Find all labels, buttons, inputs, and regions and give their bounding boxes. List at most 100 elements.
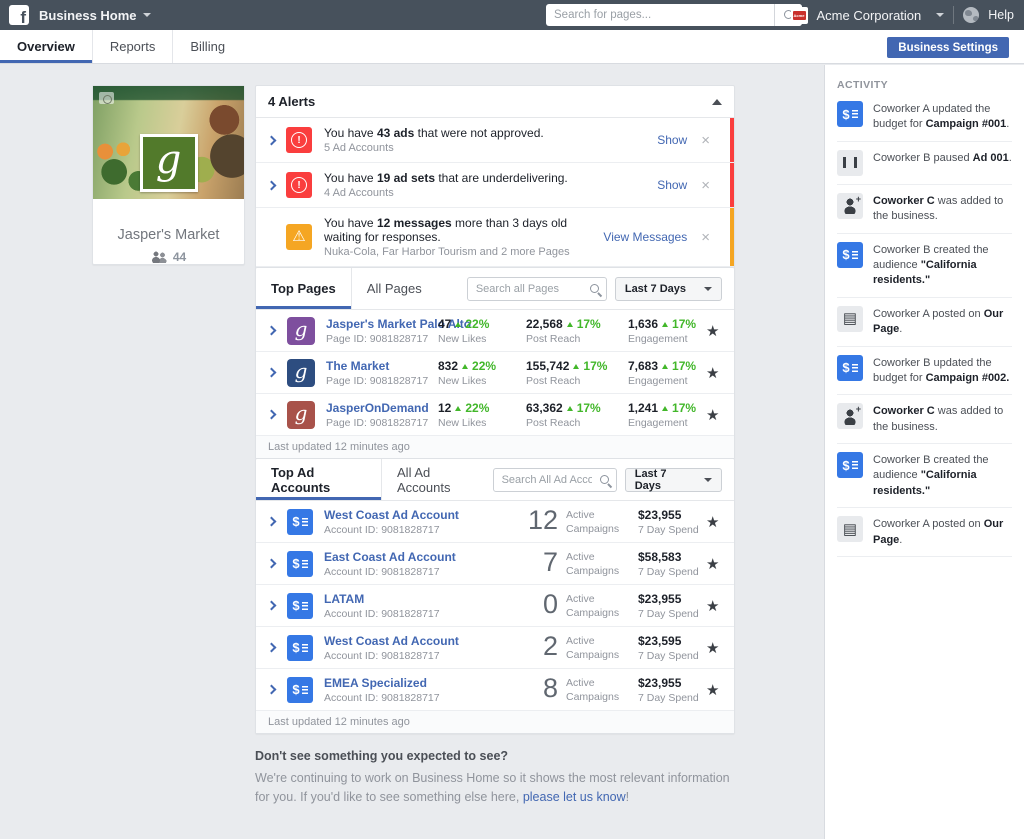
page-content: g Jasper's Market 44 4 Alerts You have 4… [0,65,1024,839]
tab-top-ad-accounts[interactable]: Top Ad Accounts [256,459,382,500]
page-icon: g [287,316,315,345]
activity-sidebar: ACTIVITY Coworker A updated the budget f… [824,65,1024,839]
chevron-right-icon[interactable] [266,367,277,378]
chevron-right-icon[interactable] [266,409,277,420]
active-campaigns-count: 2 [542,631,558,661]
business-switcher[interactable]: Acme Corporation [817,8,922,23]
alert-severity-icon [286,127,312,153]
ad-account-id: Account ID: 9081828717 [324,607,440,620]
close-icon[interactable]: × [701,133,710,148]
activity-type-icon [837,516,863,543]
facebook-logo-icon[interactable]: f [9,5,29,25]
tab-top-pages[interactable]: Top Pages [256,268,351,309]
activity-item[interactable]: Coworker C was added to the business. [837,395,1012,445]
main-tab-label: Overview [17,39,75,54]
ad-account-row[interactable]: West Coast Ad Account Account ID: 908182… [256,627,734,669]
alert-action-link[interactable]: Show [657,178,687,192]
ad-account-name-link[interactable]: LATAM [324,592,440,606]
activity-item[interactable]: Coworker B created the audience "Califor… [837,444,1012,509]
main-tab-label: Reports [109,39,156,54]
alert-subtext: Nuka-Cola, Far Harbor Tourism and 2 more… [324,246,570,258]
activity-text: Coworker B paused Ad 001. [873,151,1012,164]
feedback-title: Don't see something you expected to see? [255,749,509,763]
pages-search-input[interactable] [466,276,607,301]
activity-item[interactable]: Coworker B created the audience "Califor… [837,234,1012,298]
page-id: Page ID: 9081828717 [326,416,429,429]
chevron-right-icon[interactable] [266,600,277,611]
spend-stat: $23,955 7 Day Spend [638,592,699,620]
chevron-right-icon[interactable] [266,642,277,653]
page-row[interactable]: g Jasper's Market Palo Alto Page ID: 908… [256,310,734,352]
tab-all-ad-accounts[interactable]: All Ad Accounts [381,459,493,500]
activity-item[interactable]: Coworker B paused Ad 001. [837,142,1012,185]
business-caret-icon[interactable] [936,13,945,17]
product-caret-icon[interactable] [142,13,151,17]
ad-account-name-link[interactable]: West Coast Ad Account [324,634,459,648]
chevron-right-icon[interactable] [266,516,277,527]
search-icon [599,474,611,486]
close-icon[interactable]: × [701,230,710,245]
activity-type-icon [837,241,863,268]
spend-stat: $23,595 7 Day Spend [638,634,699,662]
main-tab[interactable]: Reports [91,30,173,63]
activity-item[interactable]: Coworker C was added to the business. [837,185,1012,234]
activity-item[interactable]: Coworker A updated the budget for Campai… [837,93,1012,142]
ad-account-row[interactable]: West Coast Ad Account Account ID: 908182… [256,501,734,543]
help-globe-icon[interactable] [963,7,980,23]
main-tab[interactable]: Overview [0,30,92,63]
favorite-star-icon[interactable]: ★ [706,681,719,699]
favorite-star-icon[interactable]: ★ [706,513,719,531]
ad-account-name-link[interactable]: West Coast Ad Account [324,508,459,522]
chevron-right-icon[interactable] [266,180,277,190]
main-tab[interactable]: Billing [172,30,242,63]
ad-account-row[interactable]: EMEA Specialized Account ID: 9081828717 … [256,669,734,711]
business-settings-button[interactable]: Business Settings [887,37,1009,58]
favorite-star-icon[interactable]: ★ [706,597,719,615]
page-name-link[interactable]: The Market [326,359,428,373]
favorite-star-icon[interactable]: ★ [706,406,719,424]
collapse-caret-icon[interactable] [712,98,722,105]
page-name-link[interactable]: JasperOnDemand [326,401,429,415]
ad-account-row[interactable]: East Coast Ad Account Account ID: 908182… [256,543,734,585]
alert-action-link[interactable]: View Messages [603,230,687,244]
ad-account-icon [287,634,313,661]
nav-search-input[interactable] [546,9,774,21]
ad-account-id: Account ID: 9081828717 [324,691,440,704]
chevron-right-icon[interactable] [266,135,277,145]
ad-account-name-link[interactable]: East Coast Ad Account [324,550,456,564]
ad-account-row[interactable]: LATAM Account ID: 9081828717 0 ActiveCam… [256,585,734,627]
active-campaigns-label: Active Campaigns [566,509,620,535]
chevron-right-icon[interactable] [266,558,277,569]
help-link[interactable]: Help [988,8,1014,22]
page-row[interactable]: g The Market Page ID: 9081828717 832 22% … [256,352,734,394]
chevron-right-icon[interactable] [266,325,277,336]
product-menu[interactable]: Business Home [39,8,137,23]
favorite-star-icon[interactable]: ★ [706,639,719,657]
ad-account-icon [287,592,313,619]
activity-text: Coworker B created the audience "Califor… [873,243,989,287]
alert-row[interactable]: You have 19 ad sets that are underdelive… [256,163,734,208]
page-row[interactable]: g JasperOnDemand Page ID: 9081828717 12 2… [256,394,734,436]
ad-account-name-link[interactable]: EMEA Specialized [324,676,440,690]
activity-item[interactable]: Coworker A posted on Our Page. [837,508,1012,558]
alert-row[interactable]: You have 12 messages more than 3 days ol… [256,208,734,267]
range-label: Last 7 Days [634,467,667,492]
favorite-star-icon[interactable]: ★ [706,322,719,340]
alert-action-link[interactable]: Show [657,133,687,147]
tab-all-pages[interactable]: All Pages [350,268,437,309]
favorite-star-icon[interactable]: ★ [706,555,719,573]
close-icon[interactable]: × [701,178,710,193]
ad-accounts-range-dropdown[interactable]: Last 7 Days [624,467,722,492]
favorite-star-icon[interactable]: ★ [706,364,719,382]
pages-range-dropdown[interactable]: Last 7 Days [614,276,722,301]
active-campaigns-count: 0 [542,589,558,619]
business-logo-icon[interactable]: Acme [790,6,808,24]
chevron-right-icon[interactable] [266,684,277,695]
activity-item[interactable]: Coworker A posted on Our Page. [837,298,1012,347]
alert-row[interactable]: You have 43 ads that were not approved. … [256,118,734,163]
let-us-know-link[interactable]: please let us know [523,790,626,804]
activity-text: Coworker B updated the budget for Campai… [873,356,1010,384]
activity-item[interactable]: Coworker B updated the budget for Campai… [837,347,1012,396]
chevron-down-icon [704,477,712,482]
business-page-card[interactable]: g Jasper's Market 44 [92,85,245,265]
